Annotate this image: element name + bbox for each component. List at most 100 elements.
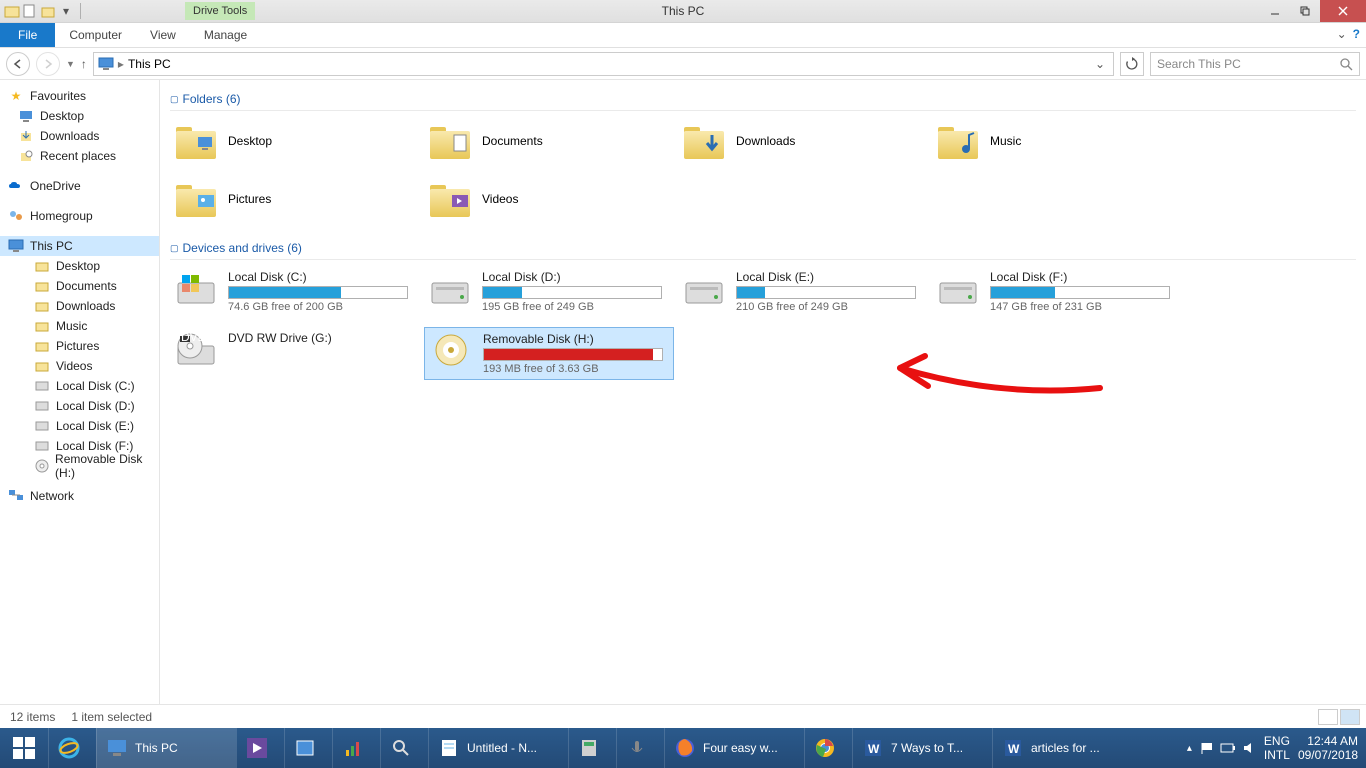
sidebar-item[interactable]: Local Disk (D:) <box>0 396 159 416</box>
lang-2[interactable]: INTL <box>1264 748 1290 762</box>
sidebar: ★ Favourites Desktop Downloads Recent pl… <box>0 80 160 712</box>
start-button[interactable] <box>0 728 48 768</box>
battery-icon[interactable] <box>1220 743 1236 753</box>
flag-icon[interactable] <box>1200 741 1214 755</box>
taskbar: This PC Untitled - N... Four easy w... W7 W… <box>0 728 1366 768</box>
task-icon <box>293 736 317 760</box>
drive-item[interactable]: Local Disk (C:)74.6 GB free of 200 GB <box>170 266 420 317</box>
folder-icon <box>174 121 218 161</box>
window-title: This PC <box>662 4 705 18</box>
search-box[interactable] <box>1150 52 1360 76</box>
drive-item[interactable]: Local Disk (D:)195 GB free of 249 GB <box>424 266 674 317</box>
taskbar-item[interactable]: Untitled - N... <box>428 728 568 768</box>
drive-icon <box>429 332 473 368</box>
sidebar-item-downloads[interactable]: Downloads <box>0 126 159 146</box>
sidebar-item[interactable]: Local Disk (C:) <box>0 376 159 396</box>
new-folder-icon[interactable] <box>40 3 56 19</box>
homegroup-icon <box>8 208 24 224</box>
taskbar-item[interactable] <box>568 728 616 768</box>
ribbon: File Computer View Manage ⌄ ? <box>0 23 1366 48</box>
sidebar-favourites[interactable]: ★ Favourites <box>0 86 159 106</box>
recent-icon <box>18 148 34 164</box>
folder-item[interactable]: Videos <box>424 175 674 223</box>
drive-item[interactable]: Removable Disk (H:)193 MB free of 3.63 G… <box>424 327 674 380</box>
folder-item[interactable]: Documents <box>424 117 674 165</box>
ribbon-tab-manage[interactable]: Manage <box>190 23 261 47</box>
section-folders[interactable]: ▢ Folders (6) <box>170 88 1356 111</box>
taskbar-item[interactable] <box>804 728 852 768</box>
taskbar-item[interactable]: Warticles for ... <box>992 728 1132 768</box>
close-button[interactable] <box>1320 0 1366 22</box>
sidebar-network[interactable]: Network <box>0 486 159 506</box>
properties-icon[interactable] <box>22 3 38 19</box>
sidebar-this-pc[interactable]: This PC <box>0 236 159 256</box>
drive-bar <box>483 348 663 361</box>
ribbon-expand-icon[interactable]: ⌄ <box>1337 27 1347 41</box>
taskbar-item[interactable] <box>284 728 332 768</box>
ribbon-tab-computer[interactable]: Computer <box>55 23 136 47</box>
item-icon <box>34 398 50 414</box>
breadcrumb[interactable]: ▸ This PC ⌄ <box>93 52 1114 76</box>
sidebar-item[interactable]: Desktop <box>0 256 159 276</box>
systray-up-icon[interactable]: ▴ <box>1187 743 1192 754</box>
sidebar-item[interactable]: Removable Disk (H:) <box>0 456 159 476</box>
taskbar-item[interactable] <box>332 728 380 768</box>
clock[interactable]: 12:44 AM 09/07/2018 <box>1298 734 1358 763</box>
sidebar-item-recent[interactable]: Recent places <box>0 146 159 166</box>
back-button[interactable] <box>6 52 30 76</box>
maximize-button[interactable] <box>1290 0 1320 22</box>
folder-item[interactable]: Downloads <box>678 117 928 165</box>
task-icon <box>341 736 365 760</box>
sidebar-item-desktop[interactable]: Desktop <box>0 106 159 126</box>
folder-item[interactable]: Pictures <box>170 175 420 223</box>
sidebar-item[interactable]: Videos <box>0 356 159 376</box>
taskbar-item[interactable] <box>380 728 428 768</box>
refresh-button[interactable] <box>1120 52 1144 76</box>
drive-item[interactable]: Local Disk (F:)147 GB free of 231 GB <box>932 266 1182 317</box>
dropdown-icon[interactable]: ▾ <box>58 3 74 19</box>
section-drives[interactable]: ▢ Devices and drives (6) <box>170 237 1356 260</box>
taskbar-item[interactable]: This PC <box>96 728 236 768</box>
item-icon <box>34 418 50 434</box>
desktop-icon <box>18 108 34 124</box>
sidebar-item[interactable]: Music <box>0 316 159 336</box>
ribbon-tab-view[interactable]: View <box>136 23 190 47</box>
drive-icon: DVD <box>174 331 218 367</box>
taskbar-ie[interactable] <box>48 728 96 768</box>
folder-icon <box>428 121 472 161</box>
up-button[interactable]: ↑ <box>81 57 87 71</box>
folder-icon <box>682 121 726 161</box>
sidebar-item[interactable]: Documents <box>0 276 159 296</box>
sidebar-item[interactable]: Local Disk (E:) <box>0 416 159 436</box>
minimize-button[interactable] <box>1260 0 1290 22</box>
drive-item[interactable]: Local Disk (E:)210 GB free of 249 GB <box>678 266 928 317</box>
drive-item[interactable]: DVDDVD RW Drive (G:) <box>170 327 420 380</box>
forward-button[interactable] <box>36 52 60 76</box>
task-label: Untitled - N... <box>467 741 537 755</box>
task-icon: W <box>1001 736 1025 760</box>
view-details-button[interactable] <box>1318 709 1338 725</box>
folder-label: Pictures <box>228 192 271 206</box>
view-tiles-button[interactable] <box>1340 709 1360 725</box>
breadcrumb-dropdown-icon[interactable]: ⌄ <box>1091 57 1109 71</box>
folder-item[interactable]: Desktop <box>170 117 420 165</box>
drive-tools-tab[interactable]: Drive Tools <box>185 2 255 20</box>
sidebar-onedrive[interactable]: OneDrive <box>0 176 159 196</box>
volume-icon[interactable] <box>1242 741 1256 755</box>
search-icon[interactable] <box>1339 57 1353 71</box>
help-icon[interactable]: ? <box>1353 27 1360 41</box>
recent-dropdown-icon[interactable]: ▼ <box>66 59 75 69</box>
sidebar-homegroup[interactable]: Homegroup <box>0 206 159 226</box>
item-icon <box>34 358 50 374</box>
lang-1[interactable]: ENG <box>1264 734 1290 748</box>
sidebar-item[interactable]: Pictures <box>0 336 159 356</box>
search-input[interactable] <box>1157 57 1339 71</box>
drive-name: Local Disk (F:) <box>990 270 1178 284</box>
taskbar-item[interactable]: Four easy w... <box>664 728 804 768</box>
taskbar-item[interactable]: W7 Ways to T... <box>852 728 992 768</box>
sidebar-item[interactable]: Downloads <box>0 296 159 316</box>
taskbar-item[interactable] <box>616 728 664 768</box>
taskbar-item[interactable] <box>236 728 284 768</box>
ribbon-tab-file[interactable]: File <box>0 23 55 47</box>
folder-item[interactable]: Music <box>932 117 1182 165</box>
